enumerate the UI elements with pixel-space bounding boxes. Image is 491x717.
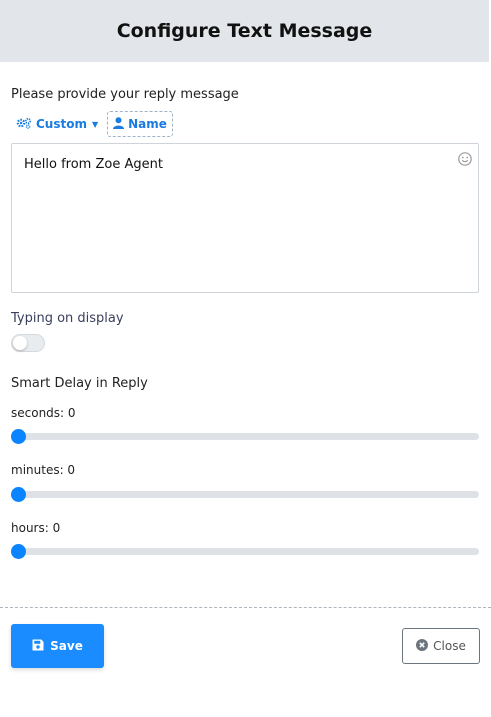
insert-name-button[interactable]: Name bbox=[107, 111, 173, 137]
custom-label: Custom bbox=[36, 117, 87, 131]
seconds-slider-thumb[interactable] bbox=[11, 429, 26, 444]
typing-display-label: Typing on display bbox=[11, 311, 124, 326]
smile-icon[interactable] bbox=[458, 151, 472, 166]
hours-slider-track[interactable] bbox=[18, 548, 479, 555]
save-button[interactable]: Save bbox=[11, 624, 104, 668]
reply-message-text: Hello from Zoe Agent bbox=[24, 157, 163, 172]
modal-header: Configure Text Message bbox=[0, 0, 491, 62]
times-circle-icon bbox=[416, 638, 429, 654]
hours-slider-thumb[interactable] bbox=[11, 544, 26, 559]
toggle-knob bbox=[13, 336, 27, 350]
close-button[interactable]: Close bbox=[402, 628, 480, 664]
smart-delay-label: Smart Delay in Reply bbox=[11, 376, 148, 391]
minutes-label: minutes: 0 bbox=[11, 463, 76, 477]
minutes-slider-thumb[interactable] bbox=[11, 487, 26, 502]
user-icon bbox=[113, 116, 125, 132]
custom-dropdown-button[interactable]: Custom ▼ bbox=[11, 112, 103, 136]
modal-title: Configure Text Message bbox=[116, 20, 373, 42]
seconds-label: seconds: 0 bbox=[11, 406, 76, 420]
close-label: Close bbox=[433, 639, 466, 653]
save-label: Save bbox=[50, 639, 83, 653]
gears-icon bbox=[16, 117, 32, 132]
message-toolbar: Custom ▼ Name bbox=[11, 111, 173, 137]
reply-prompt-label: Please provide your reply message bbox=[11, 87, 239, 102]
floppy-disk-icon bbox=[32, 639, 44, 654]
typing-display-toggle[interactable] bbox=[11, 334, 45, 352]
minutes-slider-track[interactable] bbox=[18, 491, 479, 498]
caret-down-icon: ▼ bbox=[91, 119, 99, 129]
seconds-slider-track[interactable] bbox=[18, 433, 479, 440]
hours-label: hours: 0 bbox=[11, 521, 61, 535]
name-label: Name bbox=[128, 117, 167, 131]
footer-divider bbox=[0, 607, 491, 608]
reply-message-textarea[interactable]: Hello from Zoe Agent bbox=[11, 143, 479, 293]
